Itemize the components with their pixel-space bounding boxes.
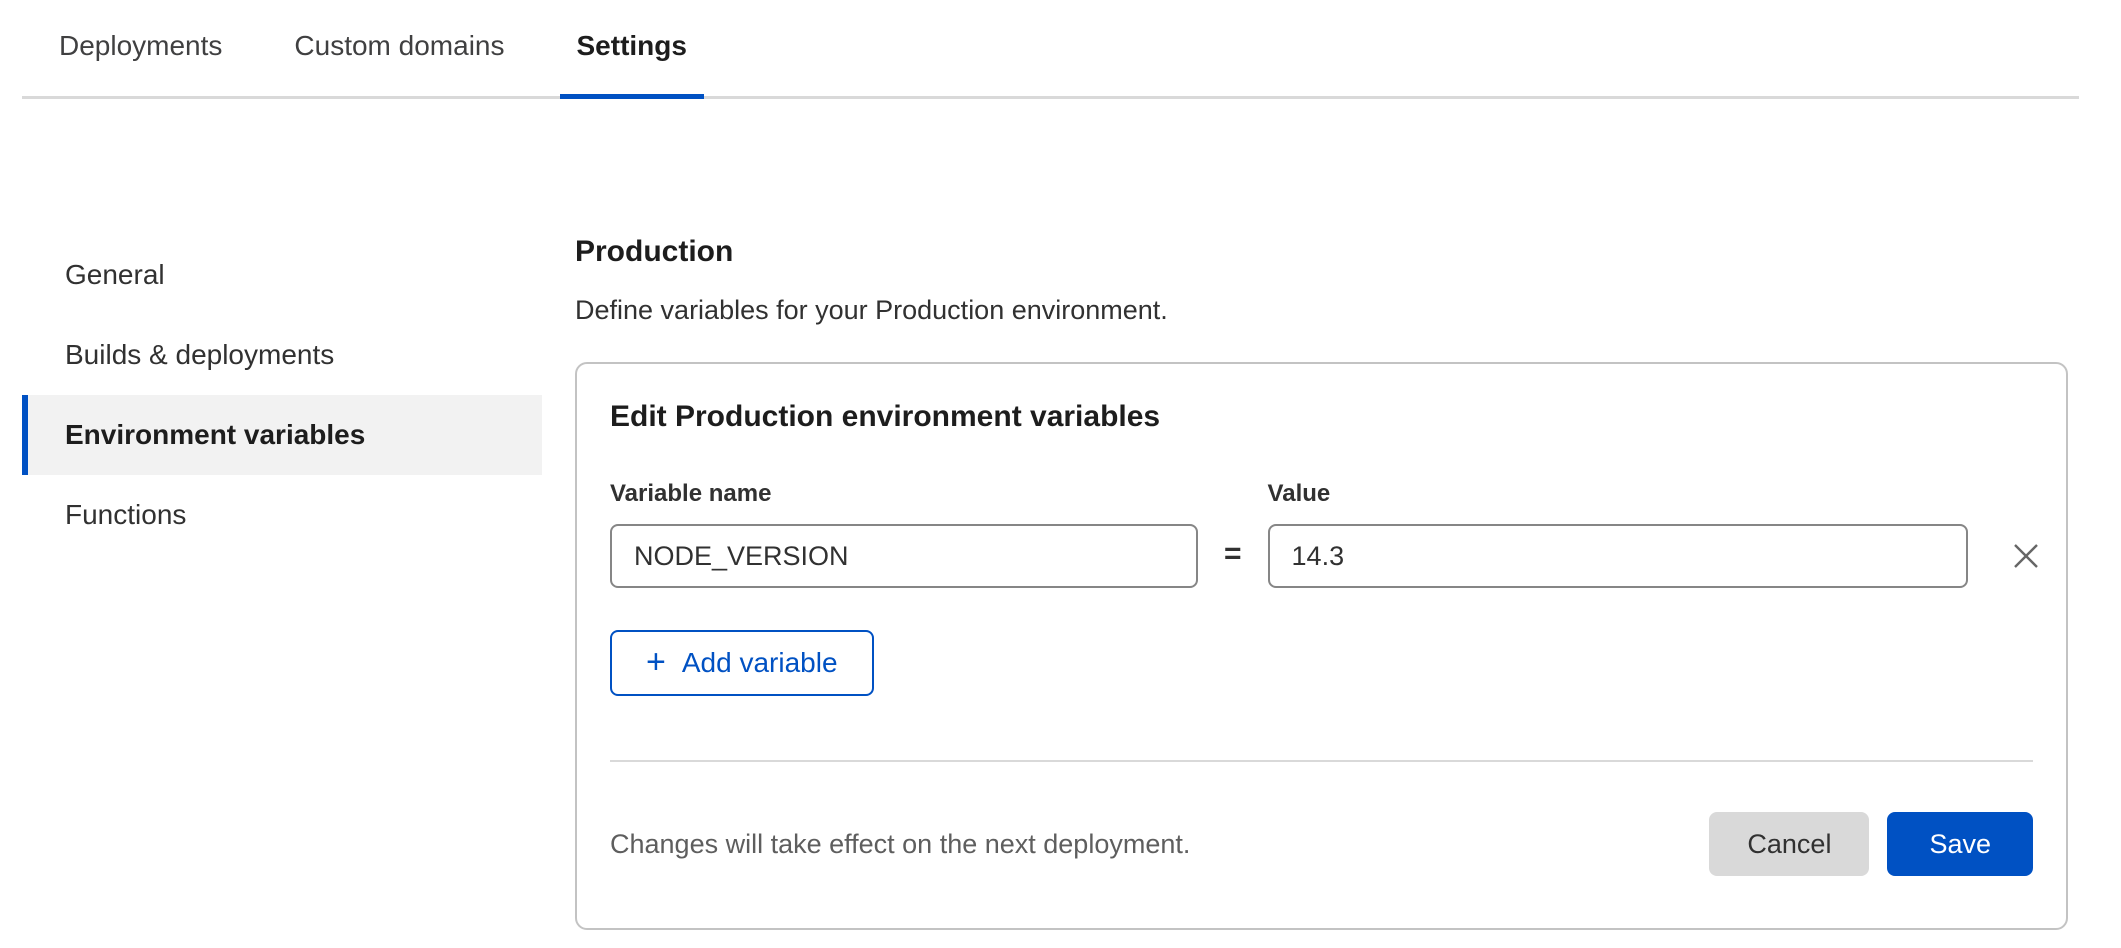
card-title: Edit Production environment variables [610, 400, 2033, 434]
tab-deployments[interactable]: Deployments [42, 0, 239, 96]
settings-content: General Builds & deployments Environment… [0, 99, 2121, 930]
sidebar-item-builds-deployments[interactable]: Builds & deployments [22, 315, 542, 395]
close-icon [2011, 541, 2041, 571]
variable-value-label: Value [1268, 480, 1968, 508]
add-variable-label: Add variable [682, 647, 838, 679]
sidebar-item-general[interactable]: General [22, 235, 542, 315]
tab-settings[interactable]: Settings [560, 0, 704, 96]
settings-sidebar: General Builds & deployments Environment… [22, 235, 542, 930]
project-tab-bar: Deployments Custom domains Settings [22, 0, 2079, 99]
save-button[interactable]: Save [1887, 812, 2033, 876]
settings-page: Deployments Custom domains Settings Gene… [0, 0, 2121, 948]
card-footer: Changes will take effect on the next dep… [610, 762, 2033, 928]
tab-custom-domains[interactable]: Custom domains [277, 0, 521, 96]
variable-name-label: Variable name [610, 480, 1198, 508]
environment-variables-panel: Production Define variables for your Pro… [575, 235, 2068, 930]
section-description: Define variables for your Production env… [575, 295, 2068, 326]
remove-variable-button[interactable] [2011, 524, 2041, 588]
section-title: Production [575, 235, 2068, 269]
footer-note: Changes will take effect on the next dep… [610, 829, 1190, 860]
add-variable-button[interactable]: + Add variable [610, 630, 874, 696]
variable-value-field-group: Value [1268, 480, 1968, 588]
sidebar-item-environment-variables[interactable]: Environment variables [22, 395, 542, 475]
variable-row: Variable name = Value [610, 480, 2033, 588]
variable-value-input[interactable] [1268, 524, 1968, 588]
variable-name-input[interactable] [610, 524, 1198, 588]
variable-name-field-group: Variable name [610, 480, 1198, 588]
equals-sign: = [1224, 524, 1242, 588]
plus-icon: + [646, 645, 666, 679]
footer-actions: Cancel Save [1709, 812, 2033, 876]
cancel-button[interactable]: Cancel [1709, 812, 1869, 876]
sidebar-item-functions[interactable]: Functions [22, 475, 542, 555]
edit-variables-card: Edit Production environment variables Va… [575, 362, 2068, 930]
